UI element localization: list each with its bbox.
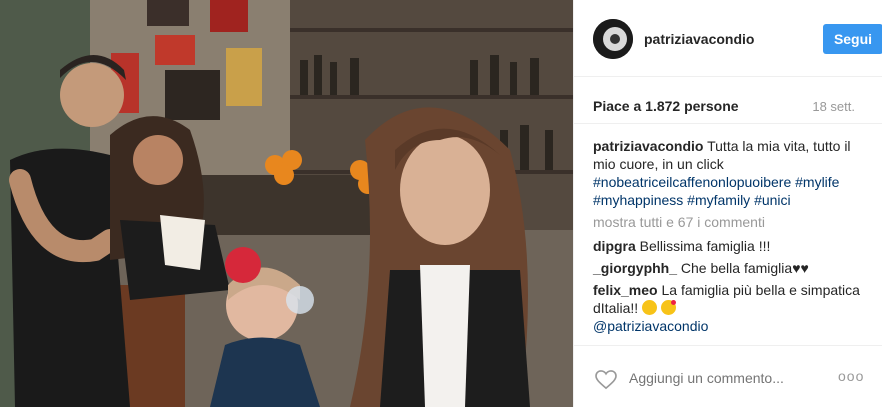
post-photo[interactable]: [0, 0, 573, 407]
heart-outline-icon[interactable]: [595, 370, 617, 393]
hashtag-link[interactable]: #nobeatriceilcaffenonlopuoibere: [593, 174, 791, 190]
post-timestamp[interactable]: 18 sett.: [812, 99, 855, 114]
comment-text: Che bella famiglia♥♥: [680, 260, 809, 276]
likes-row: Piace a 1.872 persone 18 sett.: [574, 78, 882, 124]
post-author-username[interactable]: patriziavacondio: [644, 31, 754, 47]
comment-item: _giorgyphh_ Che bella famiglia♥♥: [593, 259, 863, 277]
avatar[interactable]: [593, 19, 633, 59]
more-options-icon[interactable]: ooo: [838, 368, 864, 384]
comment-username[interactable]: dipgra: [593, 238, 636, 254]
hashtag-link[interactable]: #unici: [754, 192, 791, 208]
show-all-comments-link[interactable]: mostra tutti e 67 i commenti: [593, 213, 863, 231]
hashtag-link[interactable]: #myfamily: [687, 192, 750, 208]
heart-icon-svg: [595, 370, 617, 390]
caption: patriziavacondio Tutta la mia vita, tutt…: [593, 137, 863, 209]
mention-link[interactable]: @patriziavacondio: [593, 318, 708, 334]
avatar-image: [593, 19, 633, 59]
comment-username[interactable]: felix_meo: [593, 282, 658, 298]
instagram-post: patriziavacondio Segui Piace a 1.872 per…: [0, 0, 882, 407]
comment-username[interactable]: _giorgyphh_: [593, 260, 677, 276]
add-comment-input[interactable]: [629, 370, 829, 386]
grinning-face-icon: [642, 300, 658, 315]
comment-item: felix_meo La famiglia più bella e simpat…: [593, 281, 863, 335]
wink-kiss-icon: [660, 300, 676, 315]
comment-item: dipgra Bellissima famiglia !!!: [593, 237, 863, 255]
hashtag-link[interactable]: #myhappiness: [593, 192, 683, 208]
likes-count[interactable]: Piace a 1.872 persone: [593, 98, 739, 114]
comment-text: Bellissima famiglia !!!: [639, 238, 771, 254]
caption-username[interactable]: patriziavacondio: [593, 138, 703, 154]
hashtag-link[interactable]: #mylife: [795, 174, 839, 190]
comments-section: patriziavacondio Tutta la mia vita, tutt…: [593, 137, 863, 339]
post-sidebar: patriziavacondio Segui Piace a 1.872 per…: [573, 0, 882, 407]
post-footer: ooo: [574, 345, 882, 407]
family-photo-image: [0, 0, 573, 407]
follow-button[interactable]: Segui: [823, 24, 882, 54]
post-header: patriziavacondio Segui: [574, 0, 882, 77]
